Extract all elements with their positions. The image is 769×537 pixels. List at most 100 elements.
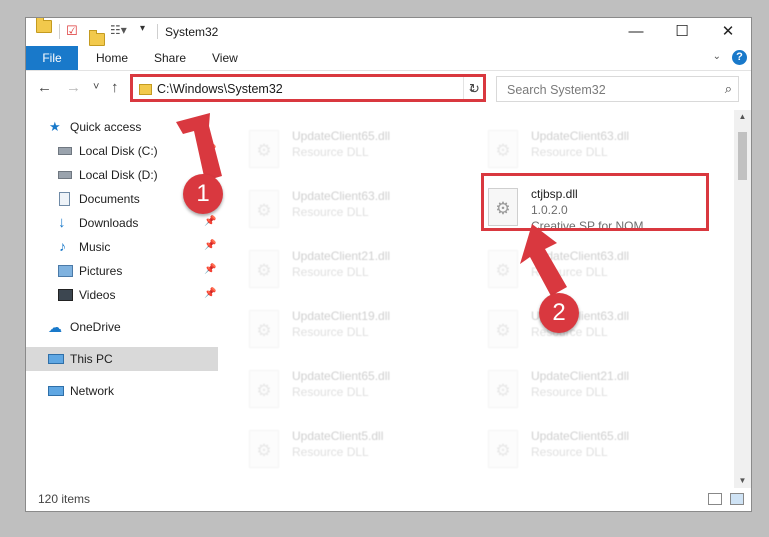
- tab-view[interactable]: View: [212, 46, 238, 70]
- file-highlight-box: [481, 173, 709, 231]
- tab-file[interactable]: File: [26, 46, 78, 70]
- file-name: UpdateClient63.dll: [292, 189, 391, 203]
- sidebar-item-downloads[interactable]: ↓ Downloads 📌: [26, 211, 218, 235]
- up-button[interactable]: ↑: [111, 79, 119, 96]
- recent-locations-button[interactable]: ˅: [93, 81, 99, 93]
- tab-share[interactable]: Share: [154, 46, 186, 70]
- file-tile[interactable]: ⚙ UpdateClient65.dll Resource DLL: [245, 126, 475, 178]
- pin-icon: 📌: [204, 264, 217, 275]
- dll-file-icon: ⚙: [249, 130, 279, 168]
- divider: [157, 24, 158, 39]
- quick-access-dropdown-icon[interactable]: ▾: [140, 23, 145, 39]
- sidebar-item-label: Documents: [79, 192, 140, 206]
- file-type: Resource DLL: [531, 445, 608, 459]
- navigation-pane: ★ Quick access Local Disk (C:) 📌 Local D…: [26, 110, 218, 488]
- forward-button[interactable]: →: [66, 79, 81, 96]
- search-icon[interactable]: ⌕: [725, 81, 732, 97]
- dll-file-icon: ⚙: [488, 250, 518, 288]
- sidebar-item-label: Quick access: [70, 120, 142, 134]
- dll-file-icon: ⚙: [488, 370, 518, 408]
- help-button[interactable]: ?: [732, 50, 747, 65]
- back-button[interactable]: ←: [37, 79, 52, 96]
- sidebar-item-label: This PC: [70, 352, 113, 366]
- sidebar-item-network[interactable]: Network: [26, 379, 218, 403]
- file-tile[interactable]: ⚙ UpdateClient63.dll Resource DLL: [484, 126, 714, 178]
- sidebar-item-quick-access[interactable]: ★ Quick access: [26, 115, 218, 139]
- file-name: UpdateClient65.dll: [292, 129, 391, 143]
- file-tile[interactable]: ⚙ UpdateClient63.dll Resource DLL: [245, 186, 475, 238]
- search-box[interactable]: ⌕: [496, 76, 739, 102]
- star-icon: ★: [49, 119, 61, 134]
- scroll-thumb[interactable]: [738, 132, 747, 180]
- sidebar-item-label: Music: [79, 240, 111, 254]
- sidebar-item-local-disk-c[interactable]: Local Disk (C:) 📌: [26, 139, 218, 163]
- minimize-button[interactable]: —: [613, 18, 659, 46]
- documents-icon: [59, 192, 70, 206]
- tab-home[interactable]: Home: [96, 46, 128, 70]
- sidebar-item-label: Pictures: [79, 264, 123, 278]
- file-tile[interactable]: ⚙ UpdateClient65.dll Resource DLL: [245, 366, 475, 418]
- pictures-icon: [58, 265, 73, 277]
- close-button[interactable]: ✕: [705, 18, 751, 46]
- large-icons-view-icon[interactable]: [730, 493, 744, 505]
- address-highlight-box: [130, 74, 486, 102]
- dll-file-icon: ⚙: [249, 190, 279, 228]
- dll-file-icon: ⚙: [249, 250, 279, 288]
- sidebar-item-label: Downloads: [79, 216, 139, 230]
- new-folder-icon[interactable]: [89, 30, 105, 46]
- sidebar-item-this-pc[interactable]: This PC: [26, 347, 218, 371]
- sidebar-item-label: Videos: [79, 288, 116, 302]
- maximize-button[interactable]: ☐: [659, 18, 705, 46]
- file-tile[interactable]: ⚙ UpdateClient65.dll Resource DLL: [484, 426, 714, 478]
- download-icon: ↓: [58, 214, 66, 231]
- dll-file-icon: ⚙: [488, 130, 518, 168]
- file-name: UpdateClient21.dll: [531, 369, 630, 383]
- file-name: UpdateClient65.dll: [292, 369, 391, 383]
- drive-icon: [58, 147, 72, 155]
- dll-file-icon: ⚙: [249, 370, 279, 408]
- file-name: UpdateClient5.dll: [292, 429, 384, 443]
- step-1-badge: 1: [183, 174, 223, 214]
- divider: [59, 24, 60, 39]
- sidebar-item-pictures[interactable]: Pictures 📌: [26, 259, 218, 283]
- file-tile[interactable]: ⚙ UpdateClient5.dll Resource DLL: [245, 426, 475, 478]
- title-bar: ☑ ☷▾ ▾ System32 — ☐ ✕: [26, 18, 751, 46]
- details-view-icon[interactable]: [708, 493, 722, 505]
- videos-icon: [58, 289, 73, 301]
- dll-file-icon: ⚙: [488, 310, 518, 348]
- network-icon: [48, 386, 64, 396]
- scroll-down-icon[interactable]: ▼: [734, 474, 751, 488]
- sidebar-item-label: Network: [70, 384, 115, 398]
- item-count: 120 items: [38, 492, 91, 506]
- dll-file-icon: ⚙: [488, 430, 518, 468]
- properties-icon[interactable]: ☑: [66, 23, 78, 39]
- file-tile[interactable]: ⚙ UpdateClient21.dll Resource DLL: [484, 366, 714, 418]
- sidebar-item-onedrive[interactable]: ☁ OneDrive: [26, 315, 218, 339]
- window-title: System32: [165, 25, 219, 39]
- drive-icon: [58, 171, 72, 179]
- vertical-scrollbar[interactable]: ▲ ▼: [734, 110, 751, 488]
- sidebar-item-music[interactable]: ♪ Music 📌: [26, 235, 218, 259]
- file-tile[interactable]: ⚙ UpdateClient63.dll Resource DLL: [484, 306, 714, 358]
- file-type: Resource DLL: [292, 205, 369, 219]
- pin-icon: 📌: [204, 288, 217, 299]
- file-name: UpdateClient21.dll: [292, 249, 391, 263]
- file-name: UpdateClient63.dll: [531, 249, 630, 263]
- chevron-down-icon[interactable]: ⌄: [713, 51, 721, 62]
- ribbon: File Home Share View ⌄ ?: [26, 46, 751, 71]
- pin-icon: 📌: [204, 240, 217, 251]
- sidebar-item-label: Local Disk (D:): [79, 168, 158, 182]
- customize-icon[interactable]: ☷▾: [110, 23, 127, 39]
- search-input[interactable]: [505, 80, 709, 100]
- file-type: Resource DLL: [292, 445, 369, 459]
- file-name: UpdateClient63.dll: [531, 129, 630, 143]
- pin-icon: 📌: [204, 144, 217, 155]
- scroll-up-icon[interactable]: ▲: [734, 110, 751, 124]
- file-type: Resource DLL: [292, 145, 369, 159]
- file-tile[interactable]: ⚙ UpdateClient63.dll Resource DLL: [484, 246, 714, 298]
- sidebar-item-videos[interactable]: Videos 📌: [26, 283, 218, 307]
- file-tile[interactable]: ⚙ UpdateClient21.dll Resource DLL: [245, 246, 475, 298]
- file-tile[interactable]: ⚙ UpdateClient19.dll Resource DLL: [245, 306, 475, 358]
- file-type: Resource DLL: [531, 145, 608, 159]
- status-bar: 120 items: [26, 488, 751, 511]
